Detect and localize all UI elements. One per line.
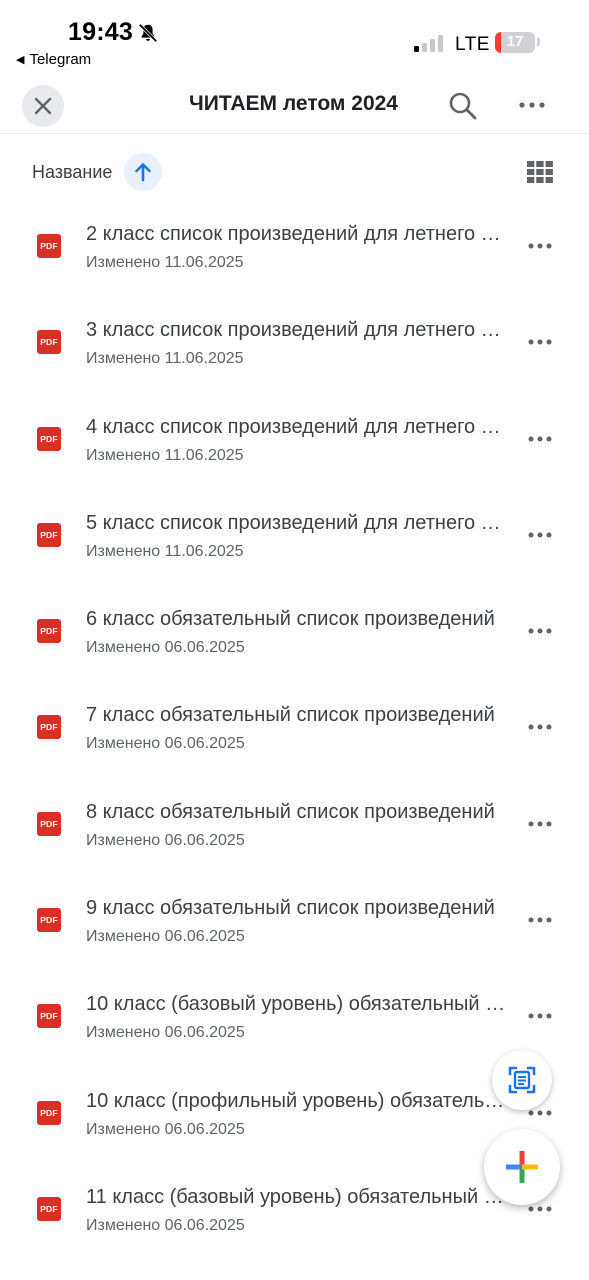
sort-bar: Название xyxy=(0,150,589,194)
file-row[interactable]: PDF 3 класс список произведений для летне… xyxy=(0,290,589,386)
folder-title: ЧИТАЕМ летом 2024 xyxy=(189,92,398,115)
file-modified-date: Изменено 11.06.2025 xyxy=(86,350,244,368)
new-item-button[interactable] xyxy=(484,1129,560,1205)
plus-icon xyxy=(506,1151,538,1183)
arrow-up-icon xyxy=(135,163,151,182)
file-name: 5 класс список произведений для летнего … xyxy=(86,511,508,534)
file-row[interactable]: PDF 7 класс обязательный список произведе… xyxy=(0,675,589,771)
battery-level: 17 xyxy=(506,33,524,50)
more-options-icon[interactable] xyxy=(524,908,556,932)
pdf-icon: PDF xyxy=(37,1100,61,1125)
search-icon[interactable] xyxy=(446,89,480,123)
file-modified-date: Изменено 06.06.2025 xyxy=(86,639,245,657)
more-options-icon[interactable] xyxy=(524,1004,556,1028)
pdf-icon: PDF xyxy=(37,811,61,836)
file-name: 10 класс (профильный уровень) обязательн… xyxy=(86,1089,508,1112)
grid-view-icon[interactable] xyxy=(527,161,553,183)
pdf-icon: PDF xyxy=(37,908,61,933)
battery-icon: 17 xyxy=(495,32,535,53)
pdf-icon: PDF xyxy=(37,715,61,740)
network-type: LTE xyxy=(455,34,490,55)
file-modified-date: Изменено 11.06.2025 xyxy=(86,446,244,464)
signal-icon xyxy=(414,34,446,52)
more-options-icon[interactable] xyxy=(524,619,556,643)
file-name: 8 класс обязательный список произведений xyxy=(86,800,495,823)
file-row[interactable]: PDF 2 класс список произведений для летне… xyxy=(0,194,589,290)
sort-direction-button[interactable] xyxy=(124,153,162,191)
file-row[interactable]: PDF 4 класс список произведений для летне… xyxy=(0,387,589,483)
status-bar: 19:43 ◀ Telegram LTE 17 xyxy=(0,0,589,80)
more-options-icon[interactable] xyxy=(524,523,556,547)
file-name: 9 класс обязательный список произведений xyxy=(86,897,495,920)
file-name: 2 класс список произведений для летнего … xyxy=(86,223,508,245)
pdf-icon: PDF xyxy=(37,426,61,451)
file-row[interactable]: PDF 10 класс (базовый уровень) обязательн… xyxy=(0,964,589,1060)
scan-button[interactable] xyxy=(492,1050,552,1110)
pdf-icon: PDF xyxy=(37,330,61,355)
file-name: 6 класс обязательный список произведений xyxy=(86,608,495,631)
file-name: 4 класс список произведений для летнего … xyxy=(86,415,508,438)
page-title: ЧИТАЕМ летом 2024 xyxy=(0,92,589,116)
file-modified-date: Изменено 06.06.2025 xyxy=(86,831,245,849)
back-triangle-icon: ◀ xyxy=(16,54,25,66)
pdf-icon: PDF xyxy=(37,234,61,258)
pdf-icon: PDF xyxy=(37,619,61,644)
file-modified-date: Изменено 06.06.2025 xyxy=(86,1024,245,1042)
battery-tip xyxy=(537,38,540,46)
app-bar: ЧИТАЕМ летом 2024 xyxy=(0,80,589,134)
pdf-icon: PDF xyxy=(37,1196,61,1221)
file-name: 3 класс список произведений для летнего … xyxy=(86,319,508,342)
status-time: 19:43 xyxy=(68,18,133,46)
more-options-icon[interactable] xyxy=(524,812,556,836)
back-to-app-link[interactable]: ◀ Telegram xyxy=(16,51,91,68)
file-modified-date: Изменено 06.06.2025 xyxy=(86,1216,245,1234)
more-options-icon[interactable] xyxy=(524,715,556,739)
file-modified-date: Изменено 06.06.2025 xyxy=(86,735,245,753)
file-name: 7 класс обязательный список произведений xyxy=(86,704,495,727)
file-name: 11 класс (базовый уровень) обязательный … xyxy=(86,1185,508,1208)
file-row[interactable]: PDF 9 класс обязательный список произведе… xyxy=(0,868,589,964)
sort-label[interactable]: Название xyxy=(32,162,112,183)
file-modified-date: Изменено 06.06.2025 xyxy=(86,928,245,946)
more-options-icon[interactable] xyxy=(524,427,556,451)
scan-icon xyxy=(508,1066,536,1094)
file-modified-date: Изменено 11.06.2025 xyxy=(86,542,244,560)
file-name: 10 класс (базовый уровень) обязательный … xyxy=(86,993,508,1016)
back-app-label: Telegram xyxy=(29,51,92,68)
file-modified-date: Изменено 06.06.2025 xyxy=(86,1120,245,1138)
pdf-icon: PDF xyxy=(37,522,61,547)
pdf-icon: PDF xyxy=(37,1004,61,1029)
more-options-icon[interactable] xyxy=(514,92,550,118)
file-row[interactable]: PDF 6 класс обязательный список произведе… xyxy=(0,579,589,675)
file-row[interactable]: PDF 8 класс обязательный список произведе… xyxy=(0,772,589,868)
more-options-icon[interactable] xyxy=(524,234,556,258)
file-row[interactable]: PDF 5 класс список произведений для летне… xyxy=(0,483,589,579)
more-options-icon[interactable] xyxy=(524,330,556,354)
bell-off-icon xyxy=(138,23,158,43)
file-modified-date: Изменено 11.06.2025 xyxy=(86,254,244,271)
